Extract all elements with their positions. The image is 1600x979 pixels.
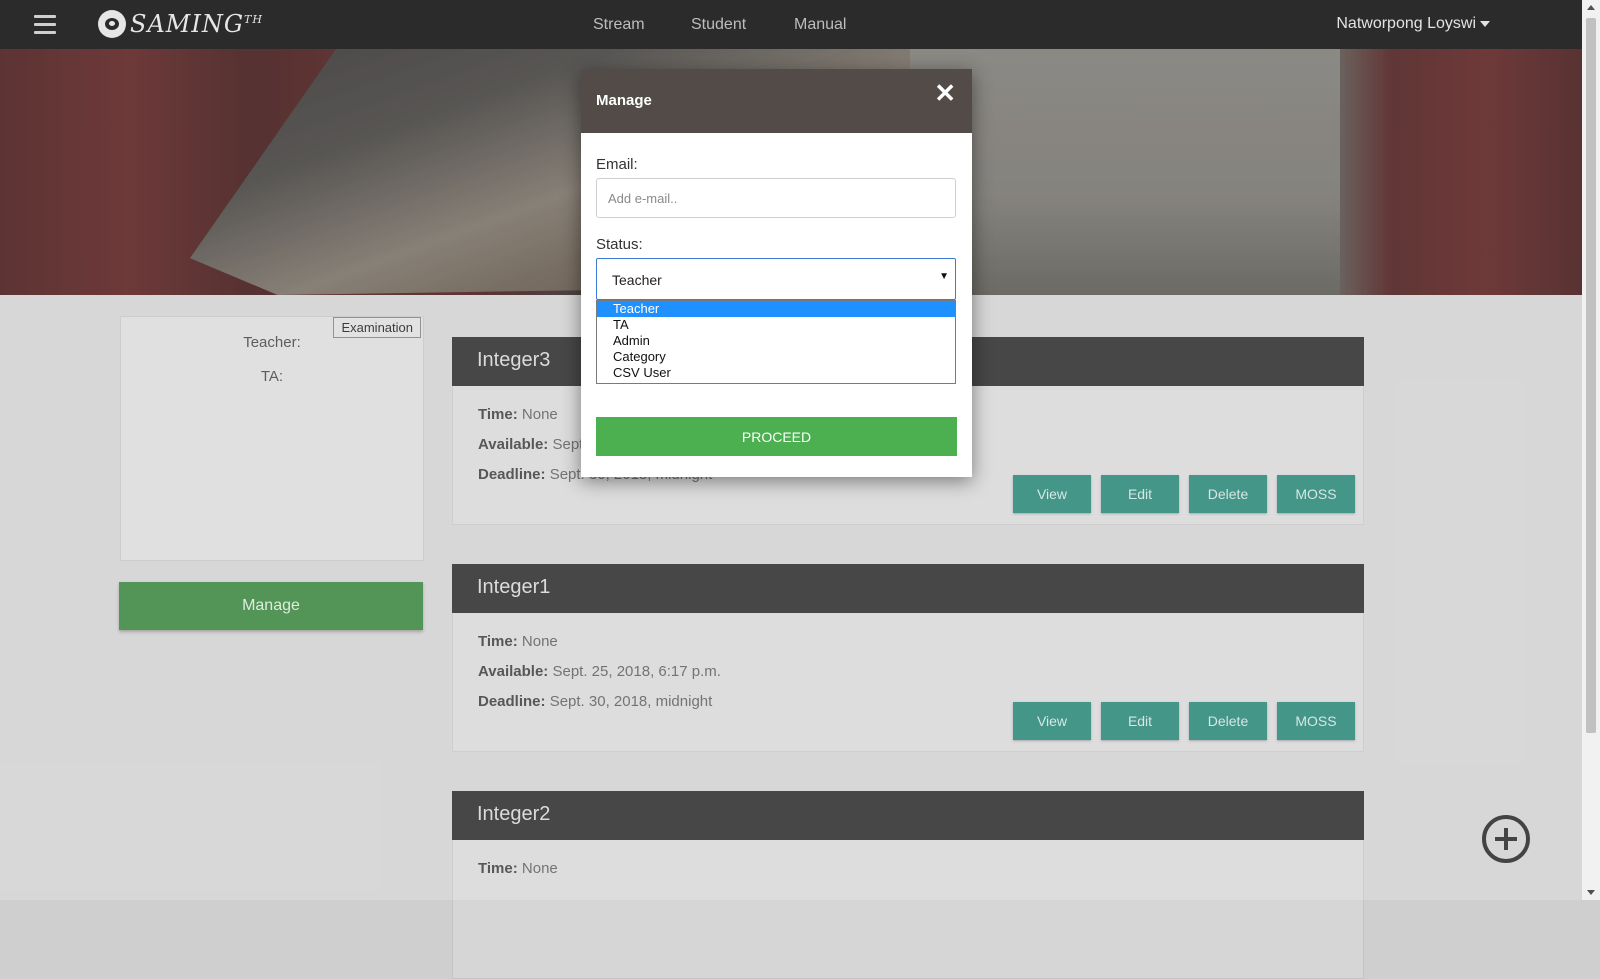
- logo[interactable]: SAMINGTH: [98, 8, 263, 40]
- user-menu[interactable]: Natworpong Loyswi: [1336, 15, 1490, 33]
- manage-modal: Manage ✕ Email: Status: Teacher ▼ Teache…: [581, 69, 972, 477]
- exam-available: Available: Sept. 25, 2018, 6:17 p.m.: [478, 663, 721, 680]
- scroll-up-icon[interactable]: [1587, 5, 1595, 10]
- view-button[interactable]: View: [1013, 702, 1091, 740]
- status-label: Status:: [596, 236, 643, 253]
- hamburger-icon[interactable]: [34, 15, 56, 34]
- logo-icon: [98, 10, 126, 38]
- status-option-ta[interactable]: TA: [597, 317, 955, 333]
- delete-button[interactable]: Delete: [1189, 702, 1267, 740]
- scroll-down-icon[interactable]: [1587, 890, 1595, 895]
- moss-button[interactable]: MOSS: [1277, 702, 1355, 740]
- exam-time: Time: None: [478, 406, 558, 423]
- email-label: Email:: [596, 156, 638, 173]
- view-button[interactable]: View: [1013, 475, 1091, 513]
- status-option-admin[interactable]: Admin: [597, 333, 955, 349]
- nav-manual[interactable]: Manual: [794, 16, 846, 34]
- modal-header: Manage ✕: [581, 69, 972, 133]
- chevron-down-icon: ▼: [939, 271, 949, 282]
- status-dropdown-list: Teacher TA Admin Category CSV User: [596, 300, 956, 384]
- logo-suffix: TH: [244, 13, 263, 26]
- nav-stream[interactable]: Stream: [593, 16, 645, 34]
- add-circle-icon[interactable]: [1482, 815, 1530, 863]
- status-selected-value: Teacher: [612, 272, 662, 288]
- proceed-button[interactable]: PROCEED: [596, 417, 957, 456]
- logo-text: SAMING: [130, 10, 244, 38]
- exam-title: Integer2: [452, 791, 1364, 840]
- top-navbar: SAMINGTH Stream Student Manual Natworpon…: [0, 0, 1582, 49]
- manage-button[interactable]: Manage: [119, 582, 423, 630]
- edit-button[interactable]: Edit: [1101, 702, 1179, 740]
- status-option-teacher[interactable]: Teacher: [597, 301, 955, 317]
- exam-deadline: Deadline: Sept. 30, 2018, midnight: [478, 693, 713, 710]
- teacher-label: Teacher:: [243, 334, 301, 351]
- close-icon[interactable]: ✕: [934, 78, 956, 109]
- ta-label: TA:: [260, 368, 284, 385]
- exam-title: Integer1: [452, 564, 1364, 613]
- exam-card: Integer1 Time: None Available: Sept. 25,…: [452, 564, 1364, 752]
- status-option-category[interactable]: Category: [597, 349, 955, 365]
- exam-card: Integer2 Time: None: [452, 791, 1364, 979]
- page-scrollbar[interactable]: [1582, 0, 1600, 900]
- user-name: Natworpong Loyswi: [1336, 15, 1476, 32]
- modal-title: Manage: [596, 92, 652, 109]
- scrollbar-thumb[interactable]: [1586, 18, 1596, 733]
- course-info-card: Examination Teacher: TA:: [120, 316, 424, 561]
- status-select[interactable]: Teacher ▼: [596, 258, 956, 300]
- email-input[interactable]: [596, 178, 956, 218]
- exam-time: Time: None: [478, 860, 558, 877]
- status-option-csv-user[interactable]: CSV User: [597, 365, 955, 381]
- exam-time: Time: None: [478, 633, 558, 650]
- moss-button[interactable]: MOSS: [1277, 475, 1355, 513]
- delete-button[interactable]: Delete: [1189, 475, 1267, 513]
- edit-button[interactable]: Edit: [1101, 475, 1179, 513]
- caret-down-icon: [1480, 20, 1490, 27]
- nav-student[interactable]: Student: [691, 16, 746, 34]
